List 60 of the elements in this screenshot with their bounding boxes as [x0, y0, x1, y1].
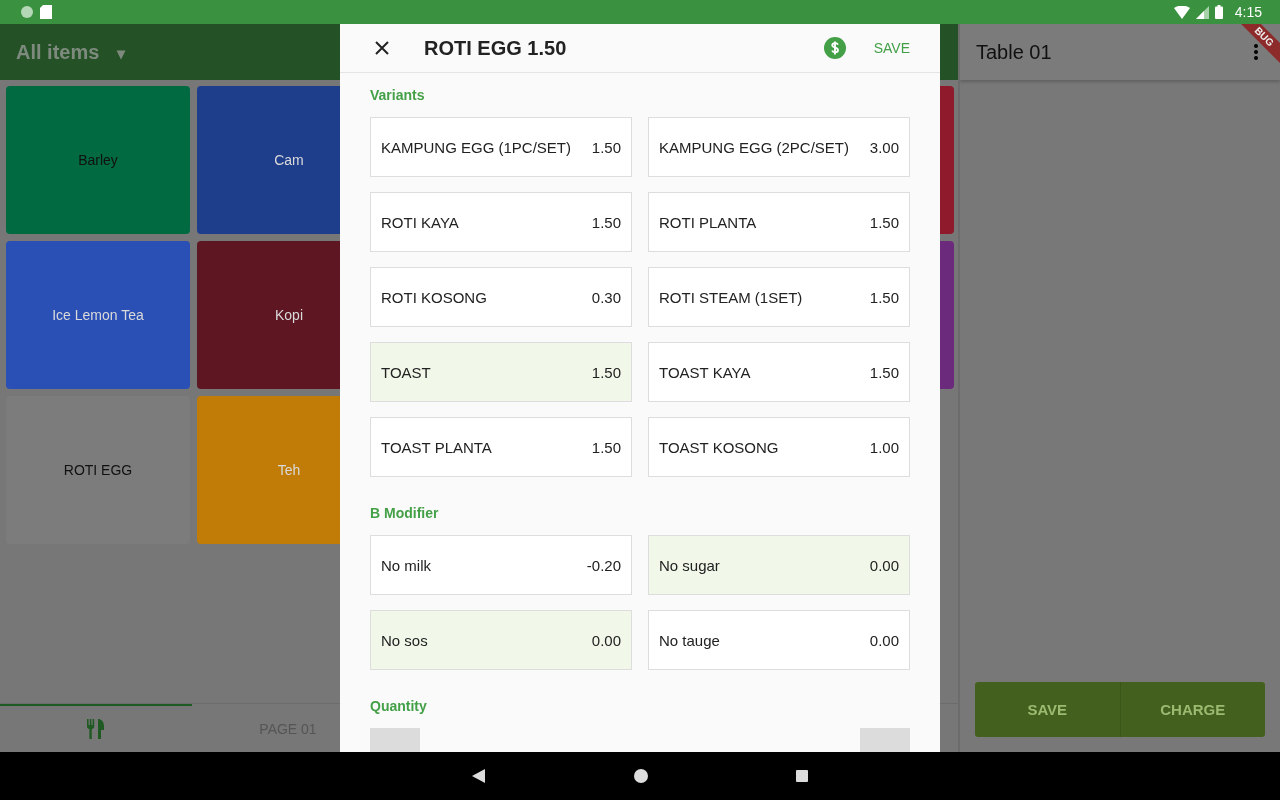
option-name: No sugar: [659, 556, 720, 574]
circle-icon: [20, 5, 34, 19]
option-price: 1.50: [591, 213, 621, 231]
option-price: 1.50: [591, 138, 621, 156]
option-button[interactable]: ROTI PLANTA 1.50: [648, 192, 910, 252]
option-price: -0.20: [586, 556, 621, 574]
option-button[interactable]: No sugar 0.00: [648, 535, 910, 595]
sd-card-icon: [40, 5, 52, 19]
battery-icon: [1214, 5, 1223, 19]
option-button[interactable]: TOAST KOSONG 1.00: [648, 417, 910, 477]
option-button[interactable]: ROTI STEAM (1SET) 1.50: [648, 267, 910, 327]
more-icon[interactable]: [1254, 44, 1258, 60]
option-name: ROTI PLANTA: [659, 213, 757, 231]
option-price: 1.50: [591, 363, 621, 381]
home-icon[interactable]: [634, 769, 648, 783]
option-price: 0.00: [591, 631, 621, 649]
option-button[interactable]: TOAST KAYA 1.50: [648, 342, 910, 402]
fork-knife-icon: [87, 719, 105, 739]
order-title: Table 01: [976, 40, 1052, 64]
option-name: KAMPUNG EGG (1PC/SET): [381, 138, 572, 156]
option-button[interactable]: ROTI KAYA 1.50: [370, 192, 632, 252]
option-button[interactable]: No sos 0.00: [370, 610, 632, 670]
option-button[interactable]: KAMPUNG EGG (2PC/SET) 3.00: [648, 117, 910, 177]
option-name: KAMPUNG EGG (2PC/SET): [659, 138, 850, 156]
option-name: TOAST PLANTA: [381, 438, 492, 456]
option-button[interactable]: No tauge 0.00: [648, 610, 910, 670]
dollar-icon[interactable]: [823, 37, 846, 59]
recents-icon[interactable]: [796, 770, 808, 782]
option-name: TOAST KOSONG: [659, 438, 779, 456]
wifi-icon: [1173, 5, 1190, 19]
option-name: No tauge: [659, 631, 720, 649]
signal-icon: [1195, 5, 1209, 19]
option-price: 0.00: [869, 556, 899, 574]
option-button[interactable]: TOAST PLANTA 1.50: [370, 417, 632, 477]
section-title: Quantity: [370, 698, 428, 714]
option-price: 3.00: [869, 138, 899, 156]
clock-time: 4:15: [1234, 4, 1262, 20]
option-name: ROTI KAYA: [381, 213, 459, 231]
option-button[interactable]: KAMPUNG EGG (1PC/SET) 1.50: [370, 117, 632, 177]
close-icon[interactable]: [375, 41, 389, 55]
option-button[interactable]: TOAST 1.50: [370, 342, 632, 402]
back-icon[interactable]: [472, 769, 486, 783]
option-button[interactable]: ROTI KOSONG 0.30: [370, 267, 632, 327]
option-price: 1.50: [869, 363, 899, 381]
item-tile[interactable]: Ice Lemon Tea: [6, 241, 190, 389]
dialog-title: ROTI EGG 1.50: [424, 36, 567, 60]
option-name: TOAST KAYA: [659, 363, 751, 381]
option-price: 1.00: [869, 438, 899, 456]
option-price: 1.50: [869, 213, 899, 231]
option-price: 0.00: [869, 631, 899, 649]
option-name: TOAST: [381, 363, 431, 381]
option-price: 1.50: [869, 288, 899, 306]
option-price: 1.50: [591, 438, 621, 456]
option-price: 0.30: [591, 288, 621, 306]
option-name: No milk: [381, 556, 431, 574]
option-name: ROTI KOSONG: [381, 288, 487, 306]
option-button[interactable]: No milk -0.20: [370, 535, 632, 595]
option-name: No sos: [381, 631, 428, 649]
item-tile[interactable]: ROTI EGG: [6, 396, 190, 544]
option-name: ROTI STEAM (1SET): [659, 288, 803, 306]
